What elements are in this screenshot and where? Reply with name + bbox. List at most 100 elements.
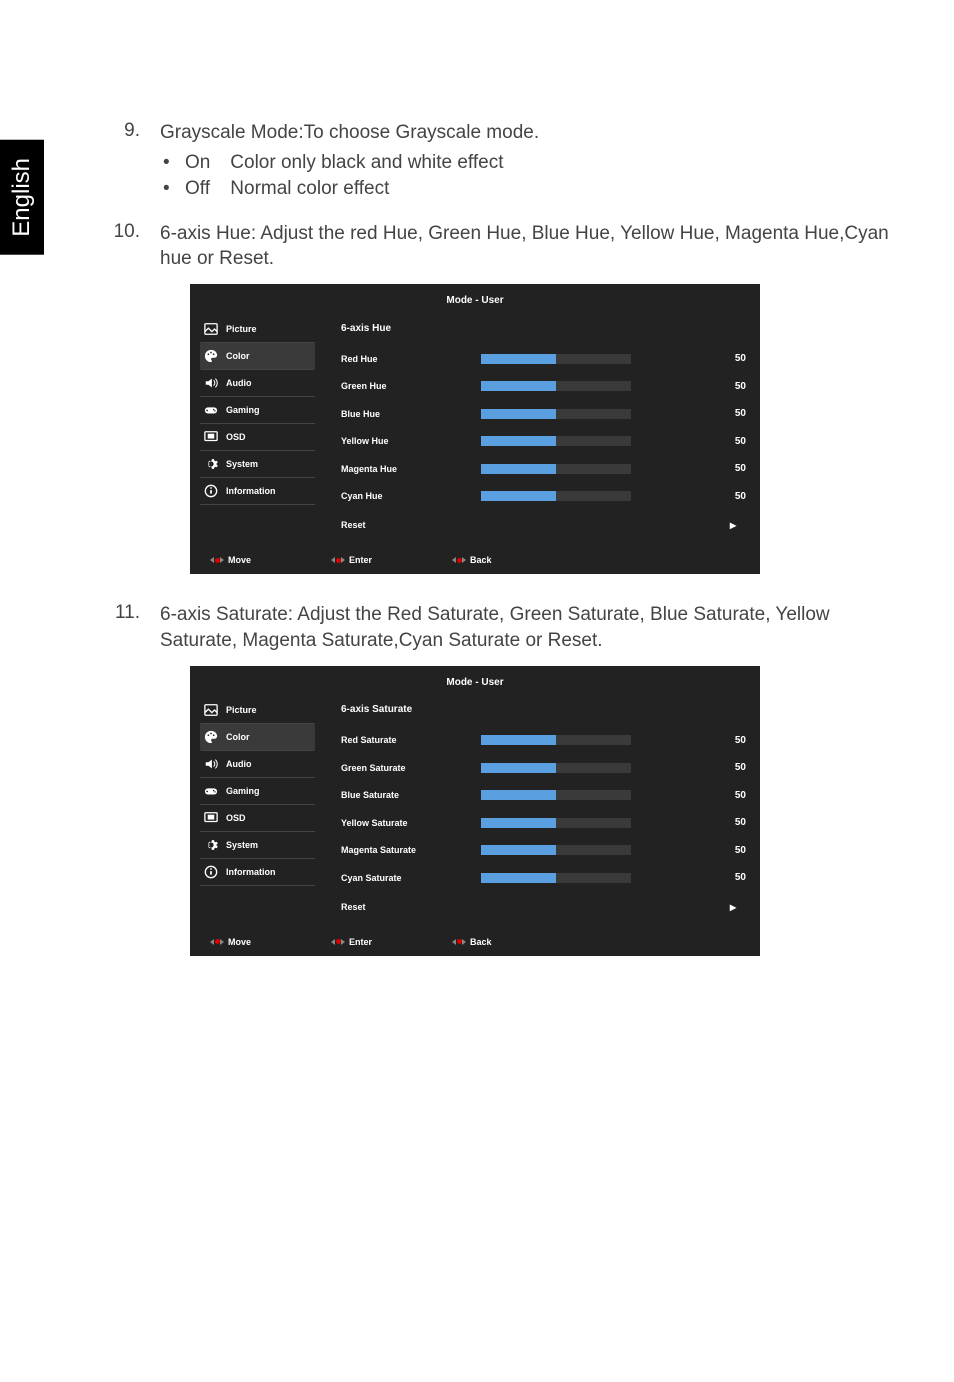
gaming-icon [204, 784, 218, 798]
slider [481, 409, 631, 419]
setting-value: 50 [706, 462, 746, 476]
osd-footer: MoveEnterBack [190, 546, 760, 574]
nav-label: Information [226, 866, 276, 878]
nav-item-system: System [200, 451, 315, 478]
osd-icon [204, 811, 218, 825]
setting-label: Magenta Hue [341, 463, 481, 475]
audio-icon [204, 757, 218, 771]
system-icon [204, 838, 218, 852]
slider [481, 763, 631, 773]
nav-label: Gaming [226, 785, 260, 797]
nav-label: System [226, 458, 258, 470]
setting-row: Green Hue 50 [341, 373, 746, 401]
system-icon [204, 457, 218, 471]
reset-row: Reset ▸ [341, 892, 746, 922]
nav-item-information: Information [200, 859, 315, 886]
setting-label: Blue Hue [341, 408, 481, 420]
chevron-right-icon: ▸ [730, 899, 746, 915]
list-item-11: 11. 6-axis Saturate: Adjust the Red Satu… [90, 602, 894, 974]
item-number: 9. [90, 120, 140, 211]
setting-label: Red Saturate [341, 734, 481, 746]
slider [481, 491, 631, 501]
reset-row: Reset ▸ [341, 510, 746, 540]
setting-label: Blue Saturate [341, 789, 481, 801]
nav-item-picture: Picture [200, 697, 315, 724]
slider [481, 818, 631, 828]
osd-title: Mode - User [190, 284, 760, 316]
osd-footer: MoveEnterBack [190, 928, 760, 956]
slider [481, 381, 631, 391]
slider [481, 790, 631, 800]
setting-row: Magenta Hue 50 [341, 455, 746, 483]
nav-label: Color [226, 731, 250, 743]
slider [481, 436, 631, 446]
nav-label: Gaming [226, 404, 260, 416]
settings-title: 6-axis Hue [341, 316, 746, 346]
nav-item-gaming: Gaming [200, 397, 315, 424]
joystick-icon [210, 555, 224, 565]
settings-title: 6-axis Saturate [341, 697, 746, 727]
item-number: 11. [90, 602, 140, 974]
color-icon [204, 730, 218, 744]
setting-row: Red Hue50 [341, 345, 746, 373]
setting-value: 50 [706, 789, 746, 803]
joystick-icon [452, 937, 466, 947]
slider [481, 354, 631, 364]
setting-row: Blue Hue50 [341, 400, 746, 428]
nav-item-color: Color [200, 724, 315, 751]
info-icon [204, 484, 218, 498]
setting-value: 50 [706, 380, 746, 394]
setting-label: Magenta Saturate [341, 844, 481, 856]
nav-label: Information [226, 485, 276, 497]
list-item-10: 10. 6-axis Hue: Adjust the red Hue, Gree… [90, 221, 894, 593]
chevron-right-icon: ▸ [730, 517, 746, 533]
nav-label: Picture [226, 704, 257, 716]
list-item-9: 9. Grayscale Mode:To choose Grayscale mo… [90, 120, 894, 211]
nav-item-osd: OSD [200, 805, 315, 832]
footer-hint: Enter [331, 936, 372, 948]
osd-title: Mode - User [190, 666, 760, 698]
nav-label: Audio [226, 758, 252, 770]
nav-label: System [226, 839, 258, 851]
footer-hint: Back [452, 554, 492, 566]
item-text: 6-axis Hue: Adjust the red Hue, Green Hu… [160, 221, 894, 593]
osd-screenshot-saturate: Mode - User Picture Color Audio Gaming OSD Sy… [190, 666, 760, 956]
nav-item-osd: OSD [200, 424, 315, 451]
setting-label: Yellow Saturate [341, 817, 481, 829]
setting-row: Yellow Hue50 [341, 428, 746, 456]
nav-label: OSD [226, 812, 246, 824]
setting-row: Blue Saturate 50 [341, 782, 746, 810]
nav-label: Picture [226, 323, 257, 335]
setting-value: 50 [706, 844, 746, 858]
setting-row: Cyan Saturate50 [341, 864, 746, 892]
bullet-item: Off Normal color effect [185, 176, 894, 203]
audio-icon [204, 376, 218, 390]
info-icon [204, 865, 218, 879]
setting-value: 50 [706, 734, 746, 748]
setting-label: Yellow Hue [341, 435, 481, 447]
setting-row: Cyan Hue50 [341, 483, 746, 511]
footer-hint: Move [210, 936, 251, 948]
nav-item-information: Information [200, 478, 315, 505]
osd-nav: Picture Color Audio Gaming OSD System Informat… [190, 697, 315, 922]
nav-item-audio: Audio [200, 751, 315, 778]
slider [481, 873, 631, 883]
setting-row: Green Saturate50 [341, 754, 746, 782]
slider [481, 735, 631, 745]
item-text: 6-axis Saturate: Adjust the Red Saturate… [160, 602, 894, 974]
setting-row: Yellow Saturate50 [341, 809, 746, 837]
setting-value: 50 [706, 352, 746, 366]
bullet-list: On Color only black and white effect Off… [160, 150, 894, 203]
picture-icon [204, 322, 218, 336]
page-content: 9. Grayscale Mode:To choose Grayscale mo… [0, 0, 954, 1024]
bullet-item: On Color only black and white effect [185, 150, 894, 177]
slider [481, 464, 631, 474]
nav-label: OSD [226, 431, 246, 443]
slider [481, 845, 631, 855]
setting-label: Green Hue [341, 380, 481, 392]
setting-label: Cyan Hue [341, 490, 481, 502]
osd-settings: 6-axis Hue Red Hue50Green Hue50Blue Hue5… [315, 316, 760, 541]
osd-screenshot-hue: Mode - User PictureColorAudioGamingOSDSy… [190, 284, 760, 574]
nav-item-audio: Audio [200, 370, 315, 397]
joystick-icon [331, 555, 345, 565]
